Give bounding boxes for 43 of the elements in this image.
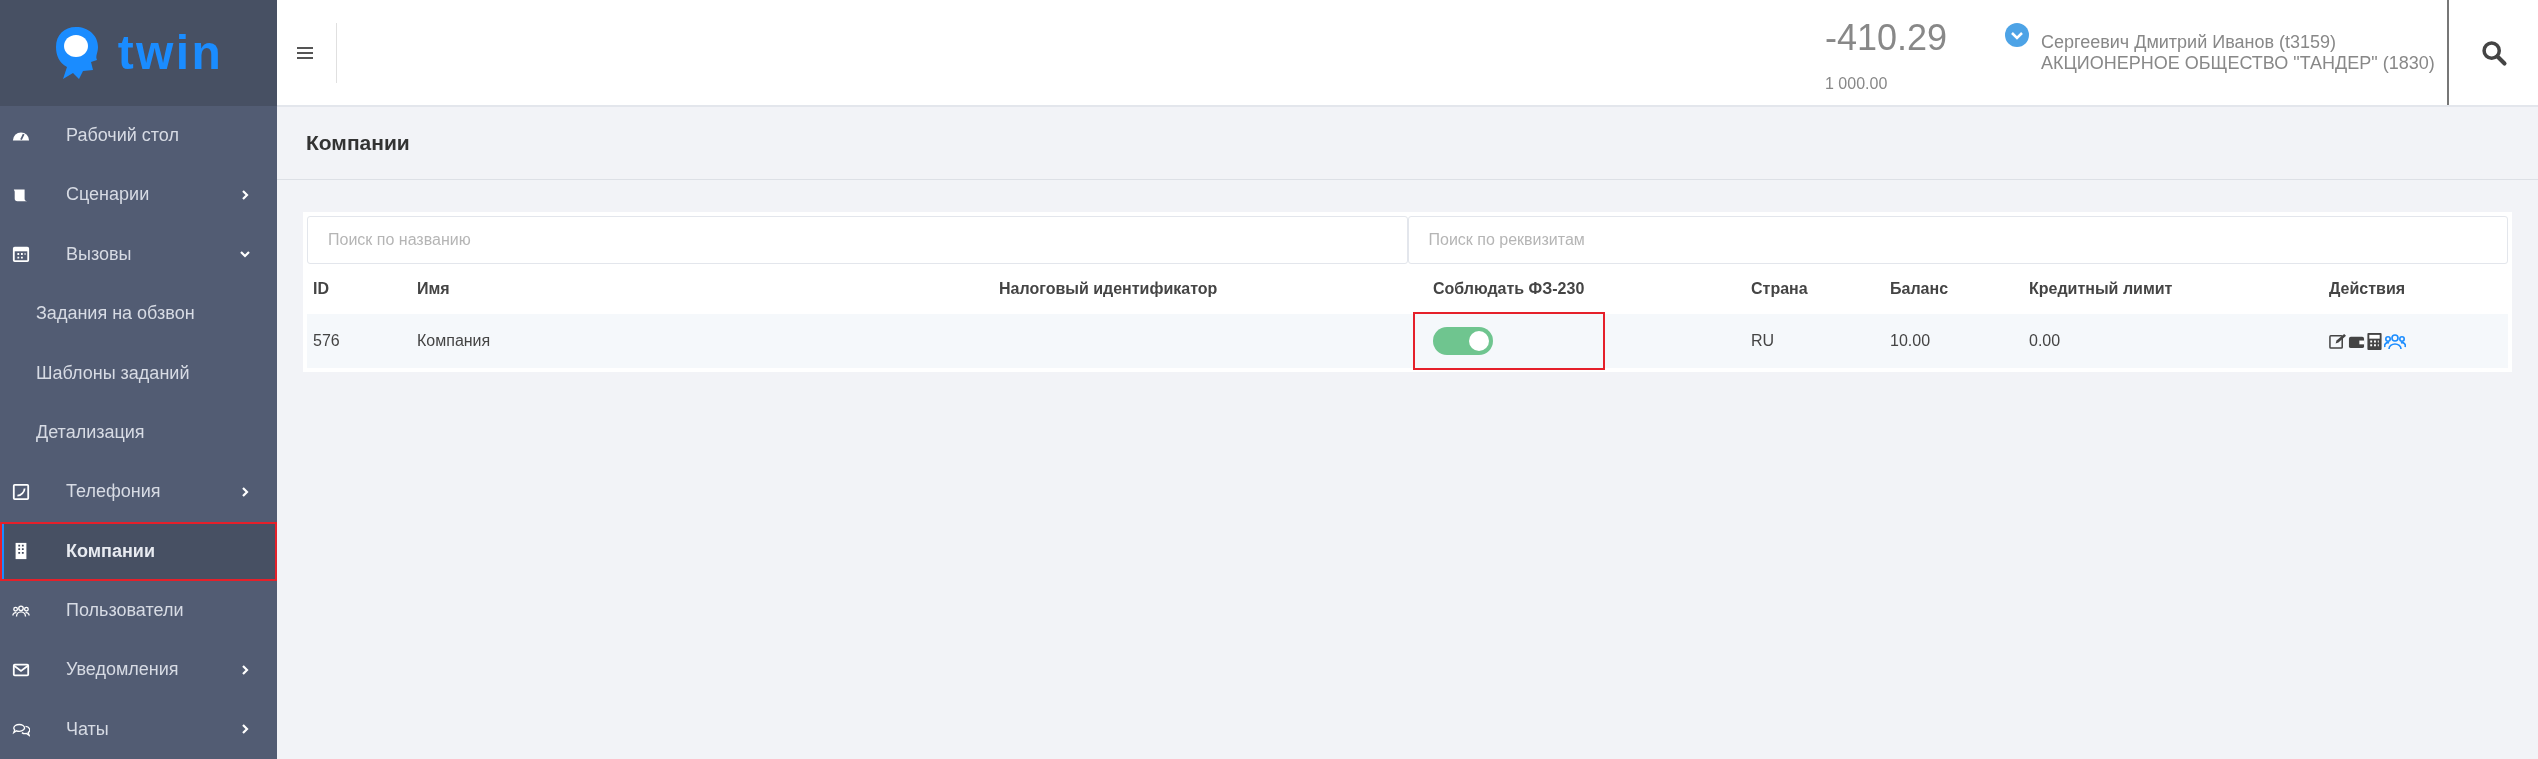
- table-cell: 0.00: [2029, 332, 2061, 349]
- column-header: Соблюдать ФЗ-230: [1433, 280, 1585, 297]
- sidebar-item[interactable]: Шаблоны заданий: [0, 343, 277, 403]
- balance-amount: -410.29: [1825, 15, 1949, 60]
- column-header: Действия: [2329, 280, 2406, 297]
- table-cell: Компания: [417, 332, 491, 349]
- toggle-knob: [1469, 331, 1489, 351]
- phone-square-icon: [12, 482, 30, 501]
- column-header: Кредитный лимит: [2029, 280, 2173, 297]
- sidebar-item[interactable]: Уведомления: [0, 640, 277, 700]
- sidebar-item[interactable]: Вызовы: [0, 224, 277, 284]
- table-cell: RU: [1751, 332, 1775, 349]
- column-header: Баланс: [1890, 280, 1949, 297]
- table-cell: 10.00: [1890, 332, 1931, 349]
- credit-amount: 1 000.00: [1825, 73, 1889, 94]
- menu-button[interactable]: [297, 22, 337, 83]
- calendar-icon: [12, 245, 30, 264]
- table-cell: 576: [313, 332, 340, 349]
- sidebar-item[interactable]: Телефония: [0, 462, 277, 522]
- page-title: Компании: [306, 130, 410, 157]
- column-header: ID: [313, 280, 329, 297]
- user-name: Сергеевич Дмитрий Иванов (t3159): [2041, 31, 2338, 53]
- search-field[interactable]: Поиск по названию: [307, 216, 1408, 264]
- menu-icon: [297, 46, 313, 59]
- toggle-switch[interactable]: [1433, 327, 1493, 355]
- sidebar-item[interactable]: Пользователи: [0, 580, 277, 641]
- column-header: Имя: [417, 280, 450, 297]
- sidebar-item[interactable]: Сценарии: [0, 165, 277, 225]
- sidebar-item[interactable]: Рабочий стол: [0, 105, 277, 166]
- chevron-circle-icon[interactable]: [2005, 22, 2029, 47]
- sidebar-item[interactable]: Детализация: [0, 402, 277, 463]
- search-field[interactable]: Поиск по реквизитам: [1407, 216, 2508, 264]
- search-icon: [2479, 38, 2508, 67]
- column-header: Налоговый идентификатор: [999, 280, 1218, 297]
- company-name: АКЦИОНЕРНОЕ ОБЩЕСТВО "ТАНДЕР" (1830): [2041, 52, 2436, 74]
- table-row[interactable]: 576 Компания RU 10.00 0.00: [307, 314, 2508, 368]
- calculator-icon[interactable]: [2367, 332, 2382, 350]
- sidebar-item[interactable]: Компании: [0, 521, 277, 581]
- edit-icon[interactable]: [2329, 332, 2346, 350]
- column-header: Страна: [1751, 280, 1808, 297]
- logo-text: twin: [117, 28, 224, 77]
- sidebar-item[interactable]: Задания на обзвон: [0, 284, 277, 344]
- sidebar-item[interactable]: Чаты: [0, 699, 277, 759]
